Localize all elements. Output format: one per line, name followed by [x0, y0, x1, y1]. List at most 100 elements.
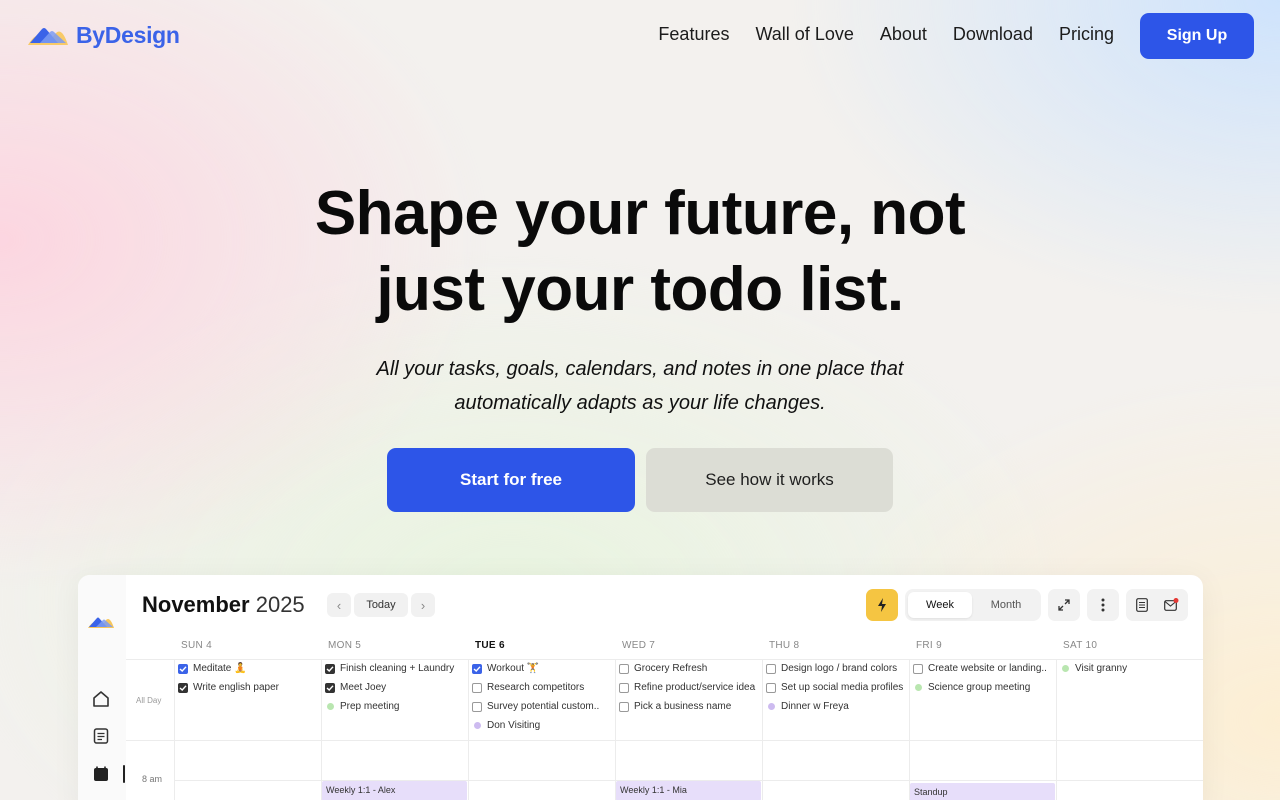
nav-link-features[interactable]: Features: [658, 24, 729, 45]
chevron-left-icon: ‹: [336, 597, 342, 613]
event-dot-icon: [474, 722, 481, 729]
calendar-event[interactable]: Standup: [910, 783, 1055, 800]
home-icon[interactable]: [92, 690, 110, 708]
view-month-option[interactable]: Month: [974, 592, 1038, 618]
task-item[interactable]: Pick a business name: [619, 701, 731, 712]
app-logo-icon: [88, 617, 114, 628]
checkbox-icon[interactable]: [766, 682, 776, 693]
checkbox-icon[interactable]: [766, 663, 776, 674]
task-label: Research competitors: [487, 682, 585, 693]
year: 2025: [255, 592, 305, 617]
checkbox-icon[interactable]: [619, 682, 629, 693]
task-label: Design logo / brand colors: [781, 663, 898, 674]
task-label: Write english paper: [193, 682, 279, 693]
event-dot-icon: [768, 703, 775, 710]
event-dot-icon: [1062, 665, 1069, 672]
task-label: Visit granny: [1075, 663, 1128, 674]
calendar-event[interactable]: Weekly 1:1 - Mia: [616, 781, 761, 800]
task-label: Set up social media profiles: [781, 682, 904, 693]
inbox-icon[interactable]: [1164, 598, 1179, 617]
task-item[interactable]: Workout 🏋: [472, 663, 539, 674]
notes-icon[interactable]: [92, 727, 110, 745]
day-header: WED 7: [622, 640, 656, 651]
task-item[interactable]: Set up social media profiles: [766, 682, 903, 693]
checkbox-icon[interactable]: [178, 663, 188, 674]
top-nav: ByDesign Features Wall of Love About Dow…: [0, 0, 1280, 72]
day-column-divider: [909, 659, 910, 800]
task-label: Grocery Refresh: [634, 663, 708, 674]
calendar-icon[interactable]: [92, 765, 110, 783]
list-icon[interactable]: [1136, 598, 1148, 617]
time-label-8am: 8 am: [142, 774, 163, 784]
task-item[interactable]: Write english paper: [178, 682, 279, 693]
view-week-option[interactable]: Week: [908, 592, 972, 618]
day-header: TUE 6: [475, 640, 505, 651]
hero-title: Shape your future, not just your todo li…: [0, 176, 1280, 328]
checkbox-icon[interactable]: [325, 663, 335, 674]
prev-week-button[interactable]: ‹: [327, 593, 351, 617]
expand-button[interactable]: [1048, 589, 1080, 621]
day-column-divider: [615, 659, 616, 800]
checkbox-icon[interactable]: [472, 663, 482, 674]
hero-title-line-2: just your todo list.: [376, 255, 904, 324]
task-item[interactable]: Meditate 🧘: [178, 663, 247, 674]
task-label: Meditate 🧘: [193, 663, 247, 674]
task-label: Don Visiting: [487, 720, 541, 731]
next-week-button[interactable]: ›: [411, 593, 435, 617]
task-item[interactable]: Meet Joey: [325, 682, 386, 693]
checkbox-icon[interactable]: [472, 682, 482, 693]
chevron-right-icon: ›: [420, 597, 426, 613]
see-how-it-works-button[interactable]: See how it works: [646, 448, 893, 512]
header-divider: [126, 659, 1203, 660]
task-item[interactable]: Create website or landing..: [913, 663, 1047, 674]
checkbox-icon[interactable]: [178, 682, 188, 693]
task-item[interactable]: Research competitors: [472, 682, 584, 693]
checkbox-icon[interactable]: [913, 663, 923, 674]
sign-up-button[interactable]: Sign Up: [1140, 13, 1254, 59]
checkbox-icon[interactable]: [619, 701, 629, 712]
task-item[interactable]: Design logo / brand colors: [766, 663, 897, 674]
all-day-label: All Day: [136, 696, 162, 705]
start-for-free-button[interactable]: Start for free: [387, 448, 635, 512]
task-label: Refine product/service idea: [634, 682, 756, 693]
day-column-divider: [174, 659, 175, 800]
event-chip[interactable]: Don Visiting: [472, 720, 540, 731]
task-label: Meet Joey: [340, 682, 387, 693]
ai-assist-button[interactable]: [866, 589, 898, 621]
day-header: SUN 4: [181, 640, 212, 651]
event-chip[interactable]: Prep meeting: [325, 701, 399, 712]
calendar-event[interactable]: Weekly 1:1 - Alex: [322, 781, 467, 800]
brand-logo[interactable]: ByDesign: [26, 22, 180, 49]
nav-link-wall-of-love[interactable]: Wall of Love: [755, 24, 853, 45]
event-dot-icon: [327, 703, 334, 710]
active-indicator: [123, 765, 125, 783]
day-column-divider: [321, 659, 322, 800]
hero-title-line-1: Shape your future, not: [314, 179, 966, 248]
event-chip[interactable]: Science group meeting: [913, 682, 1030, 693]
event-chip[interactable]: Visit granny: [1060, 663, 1127, 674]
nav-link-pricing[interactable]: Pricing: [1059, 24, 1114, 45]
day-header: THU 8: [769, 640, 800, 651]
day-header: SAT 10: [1063, 640, 1098, 651]
month-name: November: [142, 592, 250, 617]
logo-icon: [28, 27, 68, 45]
hero-subtitle-line-2: automatically adapts as your life change…: [454, 392, 826, 414]
task-item[interactable]: Refine product/service idea: [619, 682, 755, 693]
event-chip[interactable]: Dinner w Freya: [766, 701, 849, 712]
nav-link-download[interactable]: Download: [953, 24, 1033, 45]
today-button[interactable]: Today: [354, 593, 408, 617]
checkbox-icon[interactable]: [325, 682, 335, 693]
nav-link-about[interactable]: About: [880, 24, 927, 45]
brand-name: ByDesign: [76, 22, 180, 48]
task-item[interactable]: Finish cleaning + Laundry: [325, 663, 454, 674]
task-item[interactable]: Survey potential custom..: [472, 701, 599, 712]
checkbox-icon[interactable]: [619, 663, 629, 674]
checkbox-icon[interactable]: [472, 701, 482, 712]
hero-subtitle-line-1: All your tasks, goals, calendars, and no…: [376, 358, 904, 380]
more-options-button[interactable]: [1087, 589, 1119, 621]
task-item[interactable]: Grocery Refresh: [619, 663, 707, 674]
day-header: MON 5: [328, 640, 362, 651]
day-column-divider: [1056, 659, 1057, 800]
task-label: Pick a business name: [634, 701, 732, 712]
task-label: Science group meeting: [928, 682, 1031, 693]
